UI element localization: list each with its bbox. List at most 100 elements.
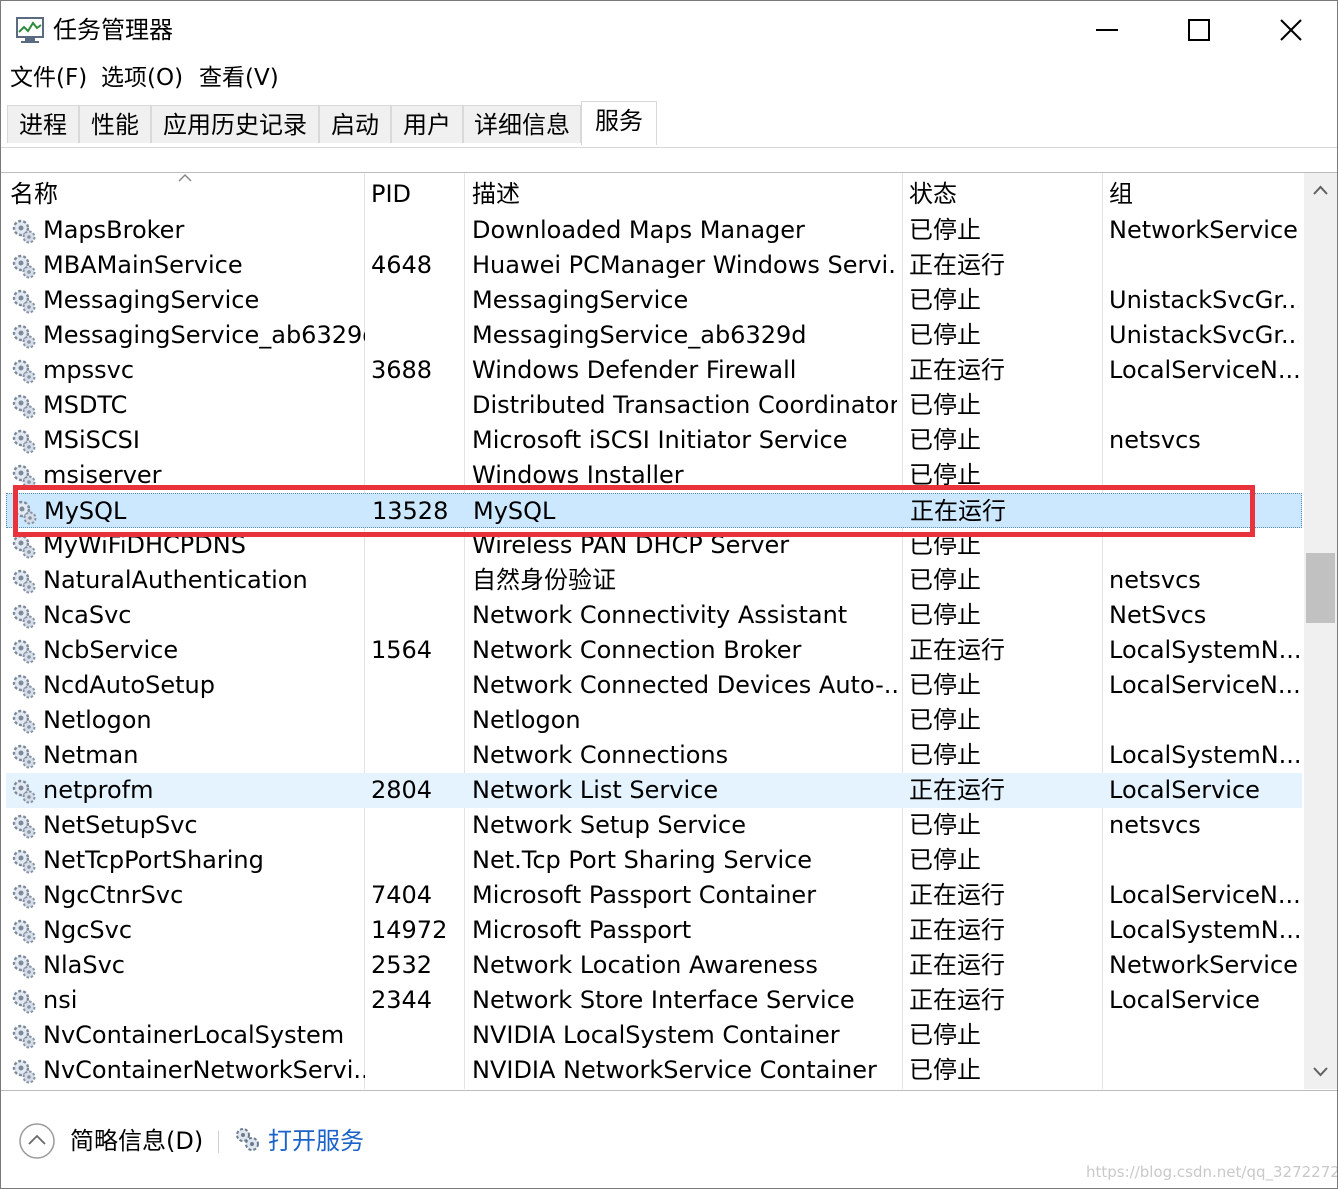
service-name: MSiSCSI [43,426,140,454]
service-name: mpssvc [43,356,135,384]
table-row[interactable]: NcbService 1564 Network Connection Broker 正… [6,633,1302,668]
tab-processes[interactable]: 进程 [7,105,79,143]
table-row[interactable]: NetTcpPortSharing Net.Tcp Port Sharing Se… [6,843,1302,878]
title-bar[interactable]: 任务管理器 [1,1,1337,59]
table-row[interactable]: NgcCtnrSvc 7404 Microsoft Passport Contain… [6,878,1302,913]
scroll-down-button[interactable] [1304,1053,1337,1089]
service-status: 已停止 [909,846,981,874]
service-name: NvContainerLocalSystem [43,1021,345,1049]
footer-separator [218,1131,219,1153]
service-name: MessagingService_ab6329d [43,321,365,349]
fewer-details-button[interactable]: 简略信息(D) [70,1125,203,1157]
service-status: 已停止 [909,566,981,594]
service-gear-icon [12,289,36,314]
table-row[interactable]: netprofm 2804 Network List Service 正在运行 Loca… [6,773,1302,808]
service-pid: 3688 [371,356,433,384]
service-description: Network Location Awareness [472,951,818,979]
service-gear-icon [12,919,36,944]
service-description: Network List Service [472,776,719,804]
service-description: Windows Defender Firewall [472,356,797,384]
service-name: NlaSvc [43,951,125,979]
table-row[interactable]: MessagingService MessagingService 已停止 Unist… [6,283,1302,318]
column-header-name[interactable]: 名称 [10,178,58,210]
menu-view[interactable]: 查看(V) [199,62,279,94]
tab-services[interactable]: 服务 [581,101,657,145]
service-group: NetworkService [1109,216,1298,244]
table-row[interactable]: NcdAutoSetup Network Connected Devices Au… [6,668,1302,703]
open-services-link[interactable]: 打开服务 [268,1125,364,1157]
task-manager-icon [16,17,44,43]
service-gear-icon [12,1059,36,1084]
service-name: Netman [43,741,139,769]
service-name: NcdAutoSetup [43,671,215,699]
service-status: 正在运行 [909,636,1005,664]
tab-performance[interactable]: 性能 [79,105,151,143]
service-group: LocalServiceN... [1109,356,1299,384]
maximize-button[interactable] [1153,1,1245,59]
table-row[interactable]: NvContainerLocalSystem NVIDIA LocalSystem… [6,1018,1302,1053]
service-gear-icon [12,324,36,349]
service-description: Distributed Transaction Coordinator [472,391,897,419]
minimize-button[interactable] [1061,1,1153,59]
service-group: UnistackSvcGr... [1109,321,1299,349]
service-gear-icon [12,884,36,909]
tab-startup[interactable]: 启动 [319,105,391,143]
service-group: LocalService [1109,986,1260,1014]
service-status: 正在运行 [909,776,1005,804]
column-header-group[interactable]: 组 [1109,178,1133,210]
service-gear-icon [12,709,36,734]
column-header-description[interactable]: 描述 [472,178,520,210]
table-row[interactable]: MSiSCSI Microsoft iSCSI Initiator Service… [6,423,1302,458]
service-group: netsvcs [1109,811,1201,839]
service-status: 已停止 [909,811,981,839]
task-manager-window: 任务管理器 文件(F) 选项(O) 查看(V) 进程 性能 应用历史记录 启动 … [0,0,1338,1189]
table-row[interactable]: Netman Network Connections 已停止 LocalSystemN… [6,738,1302,773]
service-name: MSDTC [43,391,128,419]
service-pid: 1564 [371,636,433,664]
service-gear-icon [12,814,36,839]
table-row[interactable]: NgcSvc 14972 Microsoft Passport 正在运行 LocalSy… [6,913,1302,948]
scroll-up-button[interactable] [1304,173,1337,209]
service-gear-icon [12,989,36,1014]
table-row[interactable]: NvContainerNetworkServi... NVIDIA Network… [6,1053,1302,1088]
table-row[interactable]: NlaSvc 2532 Network Location Awareness 正在运行… [6,948,1302,983]
window-title: 任务管理器 [53,16,173,44]
service-group: LocalServiceN... [1109,881,1299,909]
menu-options[interactable]: 选项(O) [101,62,183,94]
table-row[interactable]: MessagingService_ab6329d MessagingService… [6,318,1302,353]
table-row[interactable]: MBAMainService 4648 Huawei PCManager Windo… [6,248,1302,283]
tab-app-history[interactable]: 应用历史记录 [151,105,319,143]
service-name: NetTcpPortSharing [43,846,264,874]
service-gear-icon [12,639,36,664]
table-row[interactable]: MapsBroker Downloaded Maps Manager 已停止 Netw… [6,213,1302,248]
tab-users[interactable]: 用户 [391,105,463,143]
scroll-thumb[interactable] [1306,553,1335,623]
close-button[interactable] [1245,1,1337,59]
service-status: 正在运行 [909,916,1005,944]
menu-file[interactable]: 文件(F) [10,62,87,94]
column-header-pid[interactable]: PID [371,178,411,210]
table-row[interactable]: mpssvc 3688 Windows Defender Firewall 正在运行 L… [6,353,1302,388]
table-row[interactable]: Netlogon Netlogon 已停止 [6,703,1302,738]
service-gear-icon [12,359,36,384]
service-description: MessagingService_ab6329d [472,321,807,349]
service-pid: 2344 [371,986,433,1014]
tab-divider [1,147,1337,148]
service-description: Huawei PCManager Windows Servi... [472,251,897,279]
sort-ascending-icon [178,173,192,182]
tab-details[interactable]: 详细信息 [463,105,581,143]
vertical-scrollbar[interactable] [1304,173,1337,1089]
table-row[interactable]: NcaSvc Network Connectivity Assistant 已停止 N… [6,598,1302,633]
column-header-status[interactable]: 状态 [909,178,957,210]
service-gear-icon [12,429,36,454]
service-name: NgcCtnrSvc [43,881,184,909]
service-gear-icon [12,569,36,594]
table-row[interactable]: nsi 2344 Network Store Interface Service 正在… [6,983,1302,1018]
table-row[interactable]: NetSetupSvc Network Setup Service 已停止 netsv… [6,808,1302,843]
service-gear-icon [12,779,36,804]
table-row[interactable]: MSDTC Distributed Transaction Coordinator… [6,388,1302,423]
chevron-up-circle-icon[interactable] [18,1122,56,1160]
service-gear-icon [12,744,36,769]
services-grid[interactable]: 名称 PID 描述 状态 组 MapsBroker Downloaded Maps… [6,173,1302,1089]
table-row[interactable]: NaturalAuthentication 自然身份验证 已停止 netsvcs [6,563,1302,598]
